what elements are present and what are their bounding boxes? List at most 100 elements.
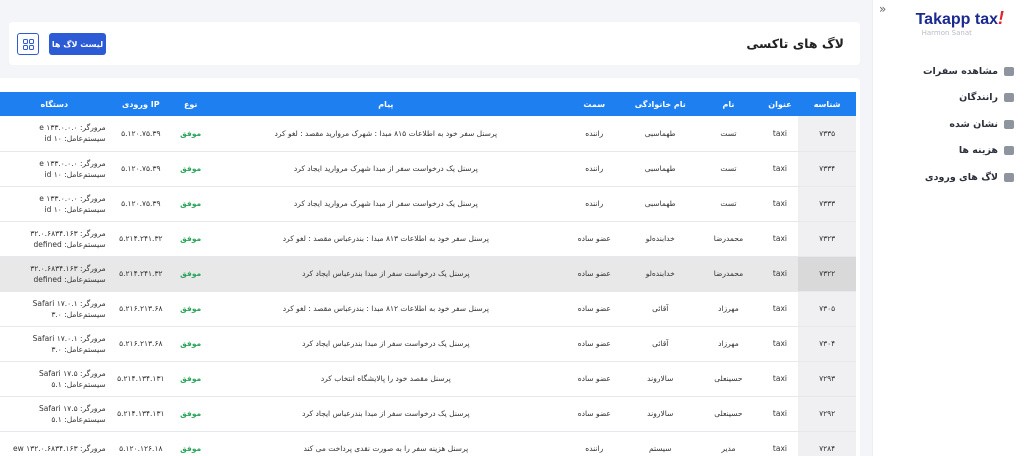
device-browser: مرورگر: Safari ۱۷.۵ <box>39 403 106 413</box>
role-cell: راننده <box>585 164 604 173</box>
role-cell: عضو ساده <box>577 269 611 278</box>
title-cell: taxi <box>772 339 787 348</box>
message-cell: پرسنل یک درخواست سفر از مبدا شهرک مرواری… <box>293 164 478 173</box>
ip-cell: ۵.۱۲۰.۷۵.۳۹ <box>121 128 161 138</box>
message-cell: پرسنل هزینه سفر را به صورت نقدی پرداخت م… <box>303 444 469 453</box>
logs-table: دستگاه IP ورودی نوع پیام سمت نام خانوادگ… <box>0 92 856 456</box>
role-cell: راننده <box>585 128 604 138</box>
device-browser: مرورگر: ew ۱۳۲.۰.۶۸۳۴.۱۶۳ <box>13 444 106 453</box>
sidebar-item-icon <box>1004 93 1014 103</box>
message-cell: پرسنل یک درخواست سفر از مبدا بندرعباس ای… <box>302 339 470 348</box>
firstname-cell: محمدرضا <box>713 234 744 243</box>
device-os: سیستم‌عامل: ۳.۰ <box>51 344 106 354</box>
firstname-cell: حسینعلی <box>714 374 743 383</box>
firstname-cell: مدیر <box>721 444 736 453</box>
firstname-cell: تست <box>720 128 737 138</box>
id-cell: ۷۳۳۴ <box>798 151 856 186</box>
device-cell: مرورگر: Safari ۱۷.۵ سیستم‌عامل: ۵.۱ <box>0 396 109 431</box>
device-browser: مرورگر: e ۱۳۳.۰.۰.۰ <box>39 158 106 168</box>
brand-subtitle: Harmon Sanat <box>921 29 972 37</box>
sidebar-item-1[interactable]: رانندگان <box>872 85 1024 112</box>
main-area: لیست لاگ ها لاگ های تاکسی دستگاه IP ورود… <box>0 0 872 456</box>
firstname-cell: تست <box>720 199 737 208</box>
status-cell: موفق <box>180 444 202 453</box>
title-cell: taxi <box>772 444 787 453</box>
id-cell: ۷۳۳۳ <box>798 186 856 221</box>
device-os: سیستم‌عامل: id ۱۰ <box>44 204 106 214</box>
col-header-title[interactable]: عنوان <box>762 92 799 116</box>
table-row[interactable]: مرورگر: Safari ۱۷.۰.۱ سیستم‌عامل: ۳.۰ ۵.۲۱… <box>0 326 856 361</box>
device-cell: مرورگر: Safari ۱۷.۵ سیستم‌عامل: ۵.۱ <box>0 361 109 396</box>
table-row[interactable]: مرورگر: Safari ۱۷.۰.۱ سیستم‌عامل: ۳.۰ ۵.۲۱… <box>0 291 856 326</box>
col-header-id[interactable]: شناسه <box>798 92 856 116</box>
table-row[interactable]: مرورگر: e ۱۳۳.۰.۰.۰ سیستم‌عامل: id ۱۰ ۵.۱۲… <box>0 186 856 221</box>
message-cell: پرسنل یک درخواست سفر از مبدا بندرعباس ای… <box>302 409 470 418</box>
device-os: سیستم‌عامل: ۵.۱ <box>51 414 106 424</box>
lastname-cell: سیستم <box>648 444 672 453</box>
header-card: لیست لاگ ها لاگ های تاکسی <box>9 22 860 65</box>
device-cell: مرورگر: Safari ۱۷.۰.۱ سیستم‌عامل: ۳.۰ <box>0 291 109 326</box>
status-cell: موفق <box>180 374 202 383</box>
col-header-message[interactable]: پیام <box>208 92 563 116</box>
table-row[interactable]: مرورگر: Safari ۱۷.۵ سیستم‌عامل: ۵.۱ ۵.۲۱۴.… <box>0 361 856 396</box>
device-os: سیستم‌عامل: defined <box>33 239 106 249</box>
col-header-lastname[interactable]: نام خانوادگی <box>625 92 695 116</box>
col-header-ip[interactable]: IP ورودی <box>109 92 173 116</box>
sidebar: » Takapp tax! Harmon Sanat مشاهده سفرات ر… <box>872 0 1024 456</box>
top-strip <box>0 0 872 8</box>
brand-bang: ! <box>998 8 1004 28</box>
lastname-cell: طهماسبی <box>644 128 676 138</box>
sidebar-toggle-icon[interactable]: » <box>879 2 886 16</box>
lastname-cell: طهماسبی <box>644 199 676 208</box>
firstname-cell: محمدرضا <box>713 269 744 278</box>
col-header-type[interactable]: نوع <box>173 92 208 116</box>
table-row[interactable]: مرورگر: ew ۱۳۲.۰.۶۸۳۴.۱۶۳ ۵.۱۲۰.۱۲۶.۱۸ موف… <box>0 431 856 456</box>
device-cell: مرورگر: ۳۲.۰.۶۸۳۴.۱۶۳ سیستم‌عامل: defined <box>0 256 109 291</box>
ip-cell: ۵.۲۱۴.۲۴۱.۳۲ <box>119 269 163 278</box>
lastname-cell: سالاروند <box>647 409 674 418</box>
device-os: سیستم‌عامل: defined <box>33 274 106 284</box>
id-cell: ۷۲۹۲ <box>798 396 856 431</box>
message-cell: پرسنل سفر خود به اطلاعات ۸۱۳ مبدا : بندر… <box>282 234 489 243</box>
status-cell: موفق <box>180 199 202 208</box>
table-row[interactable]: مرورگر: Safari ۱۷.۵ سیستم‌عامل: ۵.۱ ۵.۲۱۴.… <box>0 396 856 431</box>
device-browser: مرورگر: e ۱۳۳.۰.۰.۰ <box>39 123 106 133</box>
table-row[interactable]: مرورگر: e ۱۳۳.۰.۰.۰ سیستم‌عامل: id ۱۰ ۵.۱۲… <box>0 151 856 186</box>
id-cell: ۷۳۳۵ <box>798 116 856 151</box>
table-row[interactable]: مرورگر: ۳۲.۰.۶۸۳۴.۱۶۳ سیستم‌عامل: defined… <box>0 221 856 256</box>
grid-view-button[interactable] <box>17 33 39 55</box>
sidebar-item-icon <box>1004 146 1014 156</box>
device-cell: مرورگر: e ۱۳۳.۰.۰.۰ سیستم‌عامل: id ۱۰ <box>0 116 109 151</box>
title-cell: taxi <box>772 304 787 313</box>
col-header-device[interactable]: دستگاه <box>0 92 109 116</box>
ip-cell: ۵.۲۱۴.۲۴۱.۳۲ <box>119 234 163 243</box>
col-header-firstname[interactable]: نام <box>695 92 762 116</box>
title-cell: taxi <box>772 128 787 138</box>
role-cell: عضو ساده <box>577 374 611 383</box>
logs-list-button[interactable]: لیست لاگ ها <box>49 33 106 55</box>
id-cell: ۷۳۰۵ <box>798 291 856 326</box>
lastname-cell: خدابنده‌لو <box>645 234 675 243</box>
ip-cell: ۵.۱۲۰.۷۵.۳۹ <box>121 199 161 208</box>
device-cell: مرورگر: ew ۱۳۲.۰.۶۸۳۴.۱۶۳ <box>0 431 109 456</box>
sidebar-item-2[interactable]: نشان شده <box>872 111 1024 138</box>
firstname-cell: مهرزاد <box>718 339 739 348</box>
sidebar-item-3[interactable]: هزینه ها <box>872 138 1024 165</box>
table-row[interactable]: مرورگر: ۳۲.۰.۶۸۳۴.۱۶۳ سیستم‌عامل: defined… <box>0 256 856 291</box>
sidebar-item-label: نشان شده <box>949 118 998 130</box>
table-row[interactable]: مرورگر: e ۱۳۳.۰.۰.۰ سیستم‌عامل: id ۱۰ ۵.۱۲… <box>0 116 856 151</box>
ip-cell: ۵.۲۱۶.۲۱۳.۶۸ <box>119 304 163 313</box>
sidebar-item-label: لاگ های ورودی <box>924 171 998 183</box>
title-cell: taxi <box>772 164 787 173</box>
sidebar-item-0[interactable]: مشاهده سفرات <box>872 58 1024 85</box>
sidebar-item-4[interactable]: لاگ های ورودی <box>872 164 1024 191</box>
title-cell: taxi <box>772 374 787 383</box>
lastname-cell: آقائی <box>652 339 669 348</box>
id-cell: ۷۲۸۴ <box>798 431 856 456</box>
role-cell: راننده <box>585 444 604 453</box>
col-header-role[interactable]: سمت <box>563 92 625 116</box>
role-cell: عضو ساده <box>577 409 611 418</box>
status-cell: موفق <box>180 304 202 313</box>
device-browser: مرورگر: Safari ۱۷.۰.۱ <box>32 333 106 343</box>
device-os: سیستم‌عامل: ۵.۱ <box>51 379 106 389</box>
